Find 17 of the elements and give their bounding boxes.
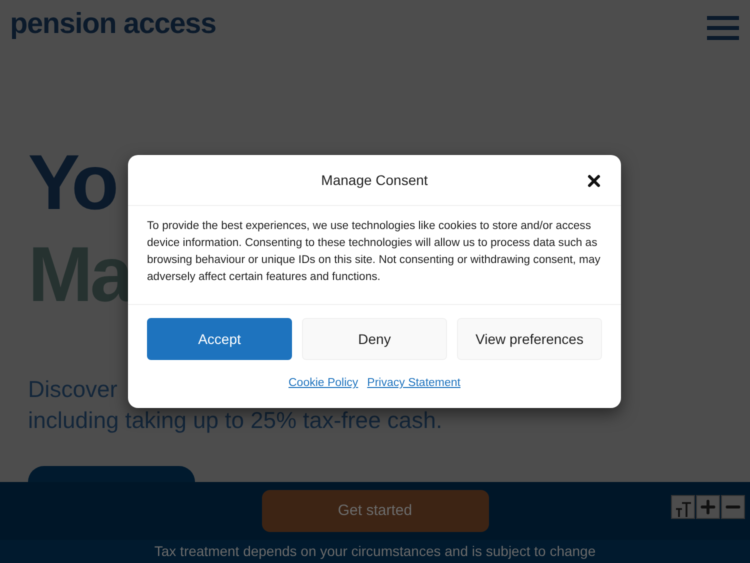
hero-intro: Discover: [28, 376, 118, 403]
hero-intro: including taking up to 25% tax-free cash.: [28, 407, 442, 434]
policy-link[interactable]: Privacy Statement: [367, 375, 460, 392]
zoom-in-icon[interactable]: [696, 495, 720, 519]
dialog-title: Manage Consent: [321, 170, 428, 190]
zoom-out-icon[interactable]: [721, 495, 745, 519]
close-icon[interactable]: [585, 172, 603, 190]
consent-text: To provide the best experiences, we use technologies like cookies to store and/or access device information. Consenting to these technologies will allow us to process data such as browsing behaviour or unique IDs on this site. Not consenting or withdrawing consent, may adversely affect certain features and functions.: [128, 206, 621, 305]
policy-link[interactable]: Cookie Policy: [288, 375, 358, 392]
tax-notice: Tax treatment depends on your circumstances and is subject to change: [154, 542, 596, 561]
hero-heading: Yo: [28, 137, 116, 228]
menu-icon[interactable]: [707, 16, 739, 40]
consent-button[interactable]: Accept: [147, 318, 292, 360]
text-size-icon[interactable]: [671, 495, 695, 519]
get-started-button[interactable]: Get started: [262, 490, 488, 532]
consent-button[interactable]: Deny: [302, 318, 447, 360]
consent-button[interactable]: View preferences: [457, 318, 602, 360]
